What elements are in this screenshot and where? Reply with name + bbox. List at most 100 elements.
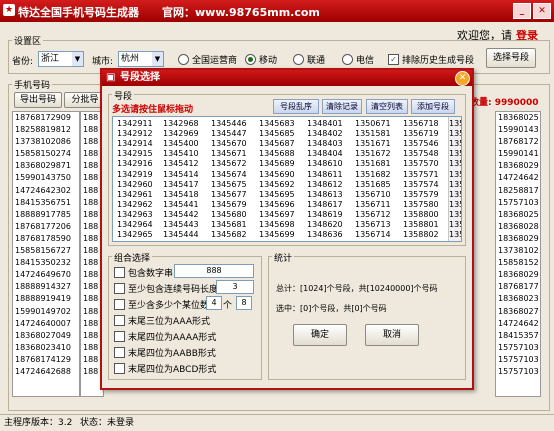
min-count-digit-input[interactable]: 8 xyxy=(236,296,252,310)
min-count-unit: 个 xyxy=(223,301,233,311)
phone-number-row[interactable]: 18368023410 xyxy=(13,342,79,354)
stats-total: 总计：[1024]个号段，共[10240000]个号码 xyxy=(276,284,438,293)
phone-number-row[interactable]: 14724640007 xyxy=(13,318,79,330)
checkbox-icon xyxy=(114,315,125,326)
shuffle-segment-button[interactable]: 号段乱序 xyxy=(273,99,319,114)
count-label: 数量: 9990000 xyxy=(470,98,539,108)
phone-number-row[interactable]: 18415357 xyxy=(496,330,540,342)
clear-records-button[interactable]: 清除记录 xyxy=(322,99,362,114)
operator-unicom-radio[interactable]: 联通 xyxy=(293,53,325,66)
cancel-button[interactable]: 取消 xyxy=(365,324,419,346)
phone-number-row[interactable]: 18888914327 xyxy=(13,281,79,293)
phone-number-row[interactable]: 14724649670 xyxy=(13,269,79,281)
phone-number-row[interactable]: 18368028 xyxy=(496,221,540,233)
segment-item[interactable]: 1358802 xyxy=(403,230,439,241)
min-digit-count-checkbox[interactable]: 至少含多少个某位数 xyxy=(114,298,209,311)
ok-button[interactable]: 确定 xyxy=(293,324,347,346)
app-icon: ★ xyxy=(3,4,15,16)
stats-group xyxy=(268,256,466,380)
export-numbers-button[interactable]: 导出号码 xyxy=(14,92,62,108)
segment-item[interactable]: 1345682 xyxy=(211,230,247,241)
min-count-input[interactable]: 4 xyxy=(206,296,222,310)
tail-aaaa-checkbox[interactable]: 末尾四位为AAAA形式 xyxy=(114,330,216,343)
phone-number-row[interactable]: 18415350232 xyxy=(13,257,79,269)
phone-number-row[interactable]: 14724642302 xyxy=(13,185,79,197)
phone-number-row[interactable]: 15757103 xyxy=(496,366,540,378)
phone-number-row[interactable]: 15990141 xyxy=(496,148,540,160)
tail-aaa-checkbox[interactable]: 末尾三位为AAA形式 xyxy=(114,314,210,327)
phone-number-row[interactable]: 14724642 xyxy=(496,172,540,184)
consecutive-length-checkbox[interactable]: 至少包含连续号码长度 xyxy=(114,282,218,295)
contains-string-input[interactable]: 888 xyxy=(174,264,254,278)
consecutive-length-input[interactable]: 3 xyxy=(216,280,254,294)
operator-all-radio[interactable]: 全国运营商 xyxy=(178,53,237,66)
segment-item[interactable]: 1342965 xyxy=(117,230,153,241)
select-segment-button[interactable]: 选择号段 xyxy=(486,48,536,68)
checkbox-icon xyxy=(114,283,125,294)
tail-aabb-checkbox[interactable]: 末尾四位为AABB形式 xyxy=(114,346,216,359)
phone-number-row[interactable]: 15757103 xyxy=(496,197,540,209)
phone-number-row[interactable]: 18368029 xyxy=(496,233,540,245)
chevron-down-icon: ▼ xyxy=(72,52,83,66)
phone-number-row[interactable]: 18415356751 xyxy=(13,197,79,209)
city-select[interactable]: 杭州 ▼ xyxy=(118,51,164,67)
phone-number-row[interactable]: 15858152 xyxy=(496,257,540,269)
phone-number-row[interactable]: 15757103 xyxy=(496,354,540,366)
segment-item[interactable]: 1356714 xyxy=(355,230,391,241)
phone-number-row[interactable]: 18768178590 xyxy=(13,233,79,245)
phone-number-row[interactable]: 15757103 xyxy=(496,342,540,354)
combo-group-label: 组合选择 xyxy=(112,251,153,264)
tail-abcd-checkbox[interactable]: 末尾四位为ABCD形式 xyxy=(114,362,216,375)
phone-number-row[interactable]: 15990143 xyxy=(496,124,540,136)
phone-number-row[interactable]: 18368025 xyxy=(496,112,540,124)
phone-number-row[interactable]: 15858156727 xyxy=(13,245,79,257)
phone-number-row[interactable]: 18768177 xyxy=(496,281,540,293)
segment-list[interactable]: 1342911 1342912 1342914 1342915 1342916 13429… xyxy=(112,116,462,242)
website-label: 官网：www.98765mm.com xyxy=(162,6,320,19)
operator-mobile-radio[interactable]: 移动 xyxy=(245,53,277,66)
phone-number-row[interactable]: 18768172 xyxy=(496,136,540,148)
phone-number-row[interactable]: 13738102 xyxy=(496,245,540,257)
phone-number-row[interactable]: 15858150274 xyxy=(13,148,79,160)
province-select[interactable]: 浙江 ▼ xyxy=(38,51,84,67)
phone-number-row[interactable]: 18768177206 xyxy=(13,221,79,233)
add-segment-button[interactable]: 添加号段 xyxy=(411,99,455,114)
phone-number-row[interactable]: 18888919419 xyxy=(13,293,79,305)
exclude-history-checkbox[interactable]: ✓ 排除历史生成号段 xyxy=(388,53,474,66)
close-button[interactable]: ✕ xyxy=(533,3,551,19)
phone-number-row[interactable]: 18368027049 xyxy=(13,330,79,342)
phone-number-row[interactable]: 18258817 xyxy=(496,185,540,197)
segment-item[interactable]: 1345699 xyxy=(259,230,295,241)
phone-number-row[interactable]: 18368029 xyxy=(496,160,540,172)
phone-number-row[interactable]: 18768172909 xyxy=(13,112,79,124)
phone-number-row[interactable]: 18258819812 xyxy=(13,124,79,136)
phone-number-row[interactable]: 18368027 xyxy=(496,306,540,318)
phone-number-row[interactable]: 13738102086 xyxy=(13,136,79,148)
phone-number-row[interactable]: 15990143750 xyxy=(13,172,79,184)
phone-number-label: 手机号码 xyxy=(12,78,53,91)
phone-number-row[interactable]: 15990149702 xyxy=(13,306,79,318)
phone-number-row[interactable]: 14724642688 xyxy=(13,366,79,378)
segment-item[interactable]: 1345444 xyxy=(163,230,199,241)
operator-telecom-radio[interactable]: 电信 xyxy=(342,53,374,66)
phone-number-row[interactable]: 18768174129 xyxy=(13,354,79,366)
phone-number-row[interactable]: 18368029 xyxy=(496,269,540,281)
dialog-close-icon[interactable]: ✕ xyxy=(455,71,470,86)
minimize-button[interactable]: _ xyxy=(513,3,531,19)
phone-number-row[interactable]: 18368029871 xyxy=(13,160,79,172)
phone-number-row[interactable]: 18368023 xyxy=(496,293,540,305)
checkbox-icon xyxy=(114,331,125,342)
phone-list-left[interactable]: 18768172909 18258819812 13738102086 1585815… xyxy=(12,111,80,397)
dialog-icon: ▣ xyxy=(106,72,116,83)
stats-selected: 选中：[0]个号段，共[0]个号码 xyxy=(276,304,387,313)
dialog-title-bar: ▣ 号段选择 ✕ xyxy=(102,70,472,86)
phone-list-right[interactable]: 18368025 15990143 18768172 15990141 18368029… xyxy=(495,111,541,397)
phone-number-row[interactable]: 18888917785 xyxy=(13,209,79,221)
phone-number-row[interactable]: 18368025 xyxy=(496,209,540,221)
contains-string-checkbox[interactable]: 包含数字串 xyxy=(114,266,173,279)
clear-list-button[interactable]: 清空列表 xyxy=(366,99,408,114)
chevron-down-icon: ▼ xyxy=(152,52,163,66)
segment-item[interactable]: 135 xyxy=(449,230,461,241)
phone-number-row[interactable]: 14724642 xyxy=(496,318,540,330)
segment-item[interactable]: 1348636 xyxy=(307,230,343,241)
